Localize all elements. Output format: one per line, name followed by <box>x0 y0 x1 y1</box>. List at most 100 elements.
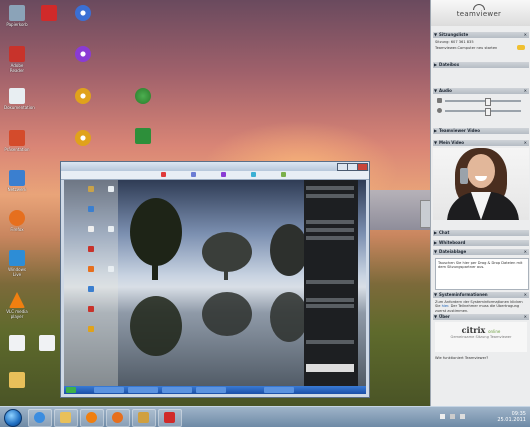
desktop-icon-recycle-bin[interactable]: Papierkorb <box>4 5 30 27</box>
desktop-icon-flower-2[interactable] <box>70 46 96 62</box>
taskbar-firefox[interactable] <box>106 409 130 427</box>
desktop-icon-doc-1[interactable] <box>4 335 30 351</box>
firefox-icon <box>112 412 123 423</box>
system-info-link[interactable]: hier <box>442 304 449 308</box>
file-transfer-icon[interactable] <box>281 172 286 177</box>
desktop-icon-adobe[interactable]: Adobe Reader <box>4 46 30 73</box>
desktop-icon-messenger[interactable] <box>130 88 156 104</box>
remote-desktop-icons <box>64 180 118 386</box>
remote-taskbar-app[interactable] <box>162 387 192 393</box>
slider-knob[interactable] <box>485 108 491 116</box>
desktop-icon-vlc[interactable]: VLC media player <box>4 292 30 319</box>
expand-arrow-icon: ▶ <box>434 240 438 245</box>
close-section-icon[interactable]: ✕ <box>524 140 527 146</box>
section-file-transfer[interactable]: ▼ Dateiablage ✕ <box>433 249 529 255</box>
close-section-icon[interactable]: ✕ <box>524 88 527 94</box>
section-audio[interactable]: ▼ Audio ✕ <box>433 88 529 94</box>
remote-panel-bar <box>306 298 354 302</box>
close-section-icon[interactable]: ✕ <box>524 249 527 255</box>
remote-toolbar <box>61 171 369 180</box>
remote-taskbar-app[interactable] <box>264 387 294 393</box>
document-icon <box>9 88 25 104</box>
tray-icon[interactable] <box>440 414 445 419</box>
remote-taskbar-app[interactable] <box>196 387 226 393</box>
clock[interactable]: 09:35 25.01.2011 <box>497 411 526 423</box>
help-link[interactable]: Wie funktioniert Teamviewer? <box>435 356 527 360</box>
remote-panel-bar <box>306 194 354 198</box>
close-button[interactable] <box>357 163 368 171</box>
desktop-icon-windows-live[interactable]: Windows Live <box>4 250 30 277</box>
section-about[interactable]: ▼ Über ✕ <box>433 314 529 320</box>
section-file-box[interactable]: ▶ Dateibox <box>433 62 529 68</box>
section-teamviewer-video[interactable]: ▶ Teamviewer Video <box>433 128 529 134</box>
section-session-list[interactable]: ▼ Sitzungsliste ✕ <box>433 32 529 38</box>
desktop-icon-folder[interactable] <box>4 372 30 388</box>
tree-trunk <box>224 268 228 280</box>
tree-reflection <box>270 292 308 342</box>
expand-arrow-icon: ▶ <box>434 230 438 235</box>
internet-explorer-icon <box>34 412 45 423</box>
teamviewer-logo: teamviewer <box>456 4 502 20</box>
slider-knob[interactable] <box>485 98 491 106</box>
desktop-icon-doc-2[interactable] <box>34 335 60 351</box>
desktop-icon-network[interactable]: Netzwerk <box>4 170 30 192</box>
taskbar-teamviewer[interactable] <box>158 409 182 427</box>
remote-start-button[interactable] <box>66 387 76 393</box>
presentation-icon <box>9 130 25 146</box>
desktop-icon-youtube[interactable] <box>36 5 62 21</box>
speaker-icon <box>437 98 442 103</box>
desktop-icon-flower-4[interactable] <box>70 130 96 146</box>
microphone-volume-slider[interactable] <box>445 108 521 116</box>
audio-icon[interactable] <box>251 172 256 177</box>
taskbar-media[interactable] <box>80 409 104 427</box>
speaker-volume-slider[interactable] <box>445 98 521 106</box>
start-button[interactable] <box>4 409 22 427</box>
phone-icon <box>460 168 468 184</box>
desktop-icon-firefox[interactable]: Firefox <box>4 210 30 232</box>
tree-reflection <box>202 292 252 336</box>
desktop-icon-my-app[interactable] <box>130 128 156 144</box>
file-drop-area[interactable]: Tauschen Sie hier per Drag & Drop Dateie… <box>435 258 529 290</box>
desktop-icon-presentation[interactable]: Präsentation <box>4 130 30 152</box>
desktop-icon-flower-1[interactable] <box>70 5 96 21</box>
remote-window-titlebar[interactable] <box>61 162 369 171</box>
view-icon[interactable] <box>221 172 226 177</box>
remote-icon <box>88 286 94 292</box>
remote-icon <box>88 306 94 312</box>
close-section-icon[interactable]: ✕ <box>524 314 527 320</box>
app-icon <box>138 412 149 423</box>
taskbar-app-5[interactable] <box>132 409 156 427</box>
taskbar-ie[interactable] <box>28 409 52 427</box>
session-action-icon[interactable] <box>517 45 525 50</box>
section-chat[interactable]: ▶ Chat <box>433 230 529 236</box>
section-my-video[interactable]: ▼ Mein Video ✕ <box>433 140 529 146</box>
remote-panel-bar <box>306 280 354 284</box>
remote-icon <box>88 246 94 252</box>
remote-taskbar-app[interactable] <box>94 387 124 393</box>
taskbar-explorer[interactable] <box>54 409 78 427</box>
expand-arrow-icon: ▶ <box>434 62 438 67</box>
tray-icon[interactable] <box>450 414 455 419</box>
computer-action-text[interactable]: Teamviewer-Computer neu starten <box>435 46 527 50</box>
teamviewer-header: teamviewer <box>431 0 530 26</box>
close-section-icon[interactable]: ✕ <box>524 32 527 38</box>
end-session-icon[interactable] <box>161 172 166 177</box>
network-icon <box>9 170 25 186</box>
remote-taskbar-app[interactable] <box>128 387 158 393</box>
remote-panel-logo <box>306 364 354 372</box>
citrix-logo: citrix online Gemeinsame Sitzung Teamvie… <box>435 322 527 352</box>
actions-icon[interactable] <box>191 172 196 177</box>
section-whiteboard[interactable]: ▶ Whiteboard <box>433 240 529 246</box>
desktop-icon-flower-3[interactable] <box>70 88 96 104</box>
remote-icon <box>88 206 94 212</box>
section-system-info[interactable]: ▼ Systeminformationen ✕ <box>433 292 529 298</box>
messenger-icon <box>135 88 151 104</box>
panel-collapse-handle[interactable] <box>420 200 430 228</box>
remote-panel-bar <box>306 304 354 308</box>
remote-desktop-screen[interactable] <box>64 180 366 394</box>
close-section-icon[interactable]: ✕ <box>524 292 527 298</box>
desktop-icon-document[interactable]: Dokumentation <box>4 88 35 110</box>
remote-icon <box>88 326 94 332</box>
video-icon <box>41 5 57 21</box>
network-tray-icon[interactable] <box>460 414 465 419</box>
